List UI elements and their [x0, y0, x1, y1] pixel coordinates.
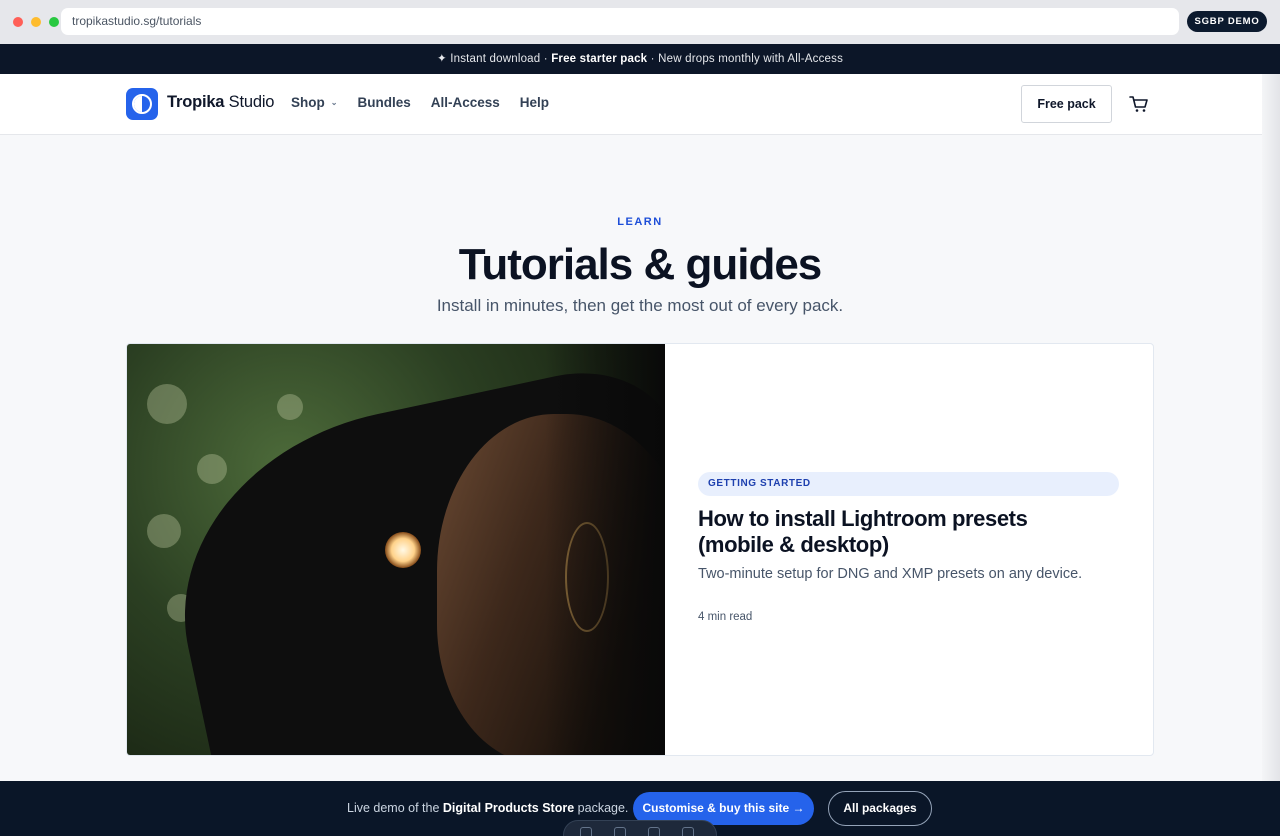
- nav-bundles[interactable]: Bundles: [357, 95, 410, 110]
- toolbar-tool-icon[interactable]: [580, 827, 592, 836]
- announcement-highlight[interactable]: Free starter pack: [551, 53, 647, 65]
- nav-all-access[interactable]: All-Access: [431, 95, 500, 110]
- announcement-text-2: · New drops monthly with All-Access: [647, 53, 844, 65]
- toolbar-tool-icon[interactable]: [648, 827, 660, 836]
- tutorial-photo[interactable]: [127, 344, 665, 755]
- toolbar-tool-icon[interactable]: [614, 827, 626, 836]
- demo-bar-text: Live demo of the Digital Products Store …: [347, 801, 629, 815]
- nav-shop[interactable]: Shop ⌄: [291, 95, 337, 110]
- tutorial-description: Two-minute setup for DNG and XMP presets…: [698, 566, 1083, 582]
- address-bar[interactable]: tropikastudio.sg/tutorials: [61, 8, 1179, 35]
- free-pack-button[interactable]: Free pack: [1021, 85, 1112, 123]
- tutorial-title[interactable]: How to install Lightroom presets (mobile…: [698, 506, 1098, 558]
- floating-toolbar[interactable]: [563, 820, 717, 836]
- logo-icon[interactable]: [126, 88, 158, 120]
- announcement-bar: ✦ Instant download · Free starter pack ·…: [0, 44, 1280, 74]
- minimize-window-button[interactable]: [31, 17, 41, 27]
- maximize-window-button[interactable]: [49, 17, 59, 27]
- toolbar-tool-icon[interactable]: [682, 827, 694, 836]
- section-eyebrow: LEARN: [617, 216, 663, 228]
- read-time: 4 min read: [698, 611, 753, 623]
- nav-help[interactable]: Help: [520, 95, 549, 110]
- announcement-text-1: ✦ Instant download ·: [436, 53, 552, 65]
- all-packages-button[interactable]: All packages: [828, 791, 932, 826]
- demo-badge: SGBP DEMO: [1187, 11, 1267, 32]
- browser-chrome: tropikastudio.sg/tutorials SGBP DEMO: [0, 0, 1280, 44]
- close-window-button[interactable]: [13, 17, 23, 27]
- page-title: Tutorials & guides: [458, 240, 823, 289]
- brand-name[interactable]: Tropika Studio: [167, 93, 274, 112]
- main-nav: Shop ⌄ Bundles All-Access Help: [291, 95, 549, 110]
- window-controls: [13, 17, 59, 27]
- featured-tutorial-card[interactable]: GETTING STARTED How to install Lightroom…: [126, 343, 1154, 756]
- category-badge[interactable]: GETTING STARTED: [698, 472, 1119, 496]
- scrollbar-track[interactable]: [1262, 74, 1280, 782]
- page-subtitle: Install in minutes, then get the most ou…: [436, 296, 844, 315]
- site-header: Tropika Studio Shop ⌄ Bundles All-Access …: [0, 74, 1262, 135]
- cart-icon[interactable]: [1129, 94, 1149, 114]
- chevron-down-icon: ⌄: [330, 98, 338, 107]
